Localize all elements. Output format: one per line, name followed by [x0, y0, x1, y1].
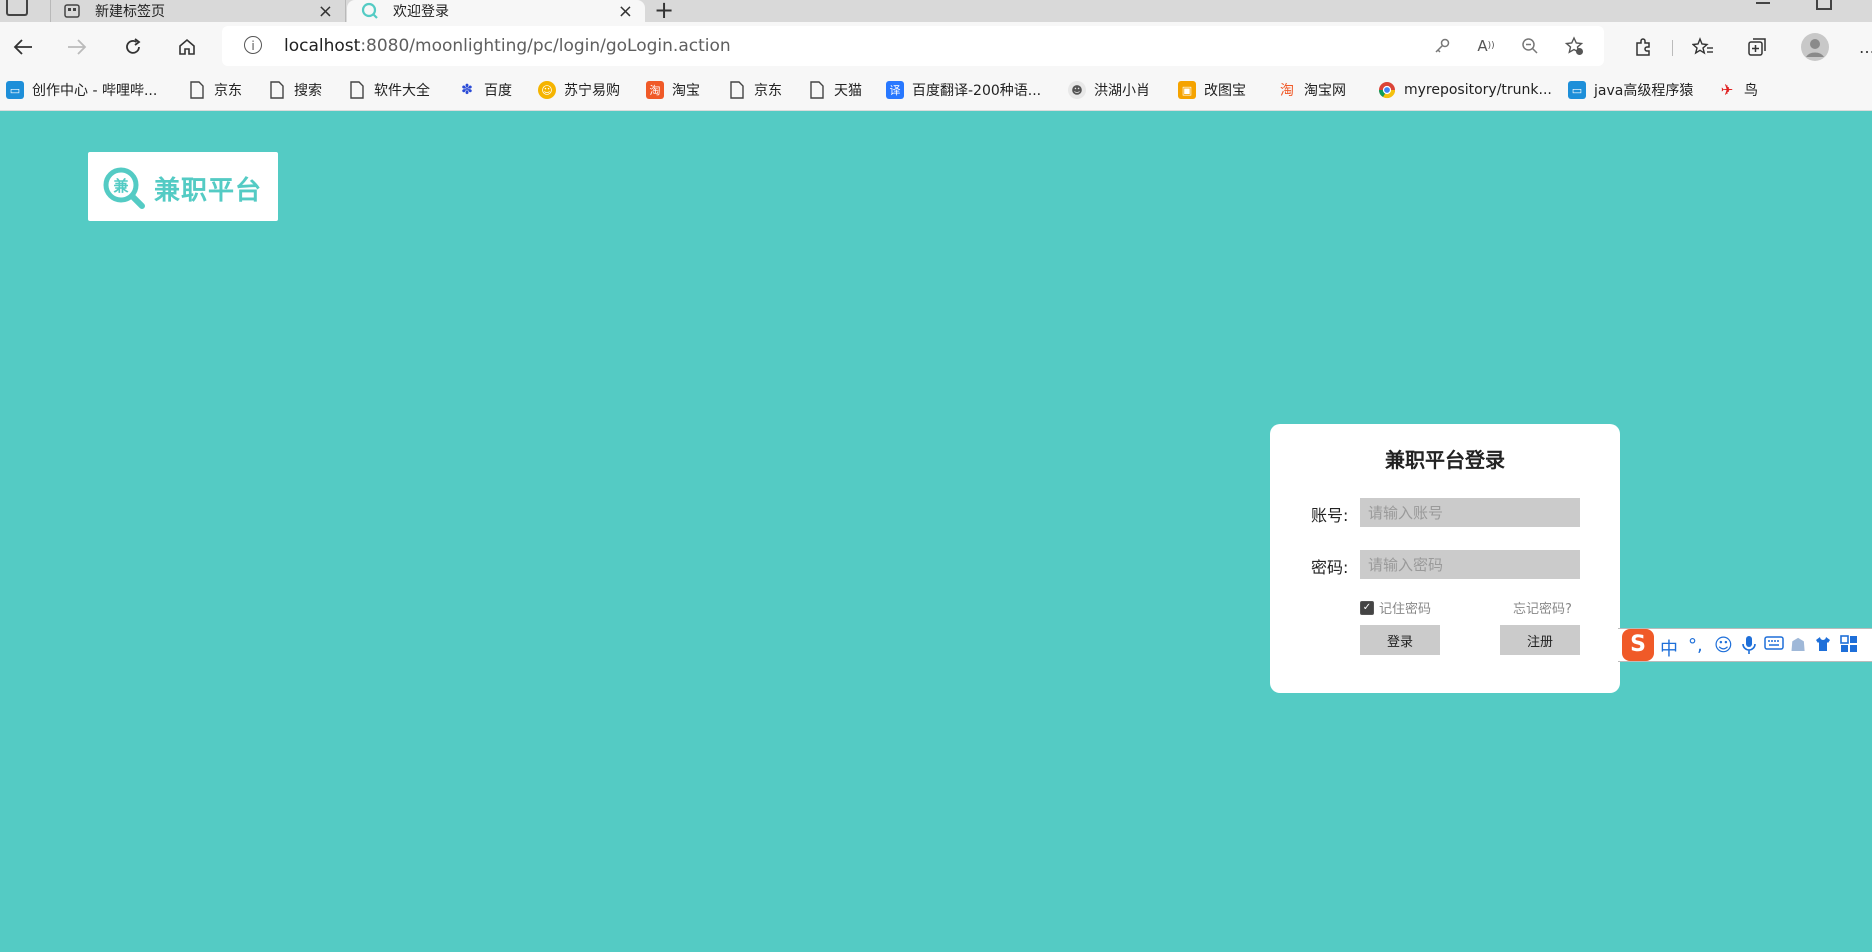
- toolbar-divider: [1672, 40, 1673, 56]
- password-input[interactable]: [1360, 550, 1580, 579]
- page-icon: [808, 81, 826, 99]
- bookmark-item[interactable]: ▣ 改图宝: [1178, 79, 1246, 101]
- bookmark-item[interactable]: ▭ 创作中心 - 哔哩哔...: [6, 79, 157, 101]
- tab-welcome-login[interactable]: 欢迎登录 ×: [347, 0, 645, 22]
- back-arrow-icon[interactable]: [8, 32, 38, 62]
- add-favorite-icon[interactable]: [1562, 34, 1586, 58]
- bookmark-item[interactable]: 搜索: [268, 79, 322, 101]
- suning-icon: ☺: [538, 81, 556, 99]
- register-button[interactable]: 注册: [1500, 625, 1580, 655]
- new-tab-plus-icon[interactable]: +: [654, 0, 674, 24]
- read-aloud-icon[interactable]: A)): [1474, 34, 1498, 58]
- gaitubao-icon: ▣: [1178, 81, 1196, 99]
- chrome-icon: [1378, 81, 1396, 99]
- forgot-password-link[interactable]: 忘记密码?: [1513, 598, 1572, 617]
- site-info-icon[interactable]: i: [244, 36, 262, 54]
- profile-avatar-icon[interactable]: [1800, 32, 1830, 62]
- tab-new-tab[interactable]: 新建标签页 ×: [50, 0, 346, 22]
- login-title: 兼职平台登录: [1385, 448, 1505, 472]
- bookmark-item[interactable]: ☻ 洪湖小肖: [1068, 79, 1150, 101]
- page-icon: [268, 81, 286, 99]
- minimize-icon[interactable]: [1756, 2, 1770, 4]
- taobao-icon: 淘: [646, 81, 664, 99]
- zoom-out-icon[interactable]: [1518, 34, 1542, 58]
- account-label: 账号:: [1311, 506, 1349, 525]
- extensions-icon[interactable]: [1628, 32, 1658, 62]
- remember-password-checkbox[interactable]: ✓ 记住密码: [1360, 598, 1431, 617]
- keyboard-icon[interactable]: [1764, 635, 1784, 656]
- browser-toolbar: i localhost:8080/moonlighting/pc/login/g…: [0, 22, 1872, 71]
- svg-text:兼: 兼: [113, 177, 129, 195]
- logo-text: 兼职平台: [154, 176, 263, 206]
- more-menu-icon[interactable]: …: [1852, 32, 1872, 62]
- bookmark-item[interactable]: ✽ 百度: [458, 79, 512, 101]
- avatar-icon: ☻: [1068, 81, 1086, 99]
- forward-arrow-icon[interactable]: [62, 32, 92, 62]
- bilibili-icon: ▭: [1568, 81, 1586, 99]
- bookmark-item[interactable]: 京东: [728, 79, 782, 101]
- bookmarks-bar: ▭ 创作中心 - 哔哩哔... 京东 搜索 软件大全 ✽ 百度 ☺ 苏宁易购 淘…: [0, 71, 1872, 111]
- bookmark-item[interactable]: 淘 淘宝: [646, 79, 700, 101]
- tab-label: 欢迎登录: [393, 4, 449, 20]
- taobao-icon: 淘: [1280, 83, 1294, 99]
- emoji-icon[interactable]: ☺: [1714, 635, 1733, 656]
- page-icon: [348, 81, 366, 99]
- translate-icon: 译: [886, 81, 904, 99]
- tab-strip: 新建标签页 × 欢迎登录 × +: [0, 0, 1872, 24]
- remember-label: 记住密码: [1379, 602, 1432, 617]
- new-tab-page-icon: [63, 2, 81, 20]
- page-icon: [728, 81, 746, 99]
- bookmark-item[interactable]: 天猫: [808, 79, 862, 101]
- bookmark-item[interactable]: ✈ 鸟: [1718, 79, 1758, 101]
- key-icon[interactable]: [1430, 34, 1454, 58]
- page-icon: [188, 81, 206, 99]
- close-tab-icon[interactable]: ×: [318, 1, 333, 22]
- search-tab-icon: [361, 2, 379, 20]
- sidebar-toggle-icon[interactable]: [6, 0, 28, 16]
- sogou-logo-icon[interactable]: S: [1622, 629, 1654, 661]
- url-text[interactable]: localhost:8080/moonlighting/pc/login/goL…: [284, 36, 731, 56]
- restore-icon[interactable]: [1816, 0, 1832, 10]
- bookmark-item[interactable]: 译 百度翻译-200种语...: [886, 79, 1041, 101]
- toolbox-grid-icon[interactable]: [1840, 635, 1858, 658]
- close-tab-icon[interactable]: ×: [618, 1, 633, 22]
- microphone-icon[interactable]: [1742, 635, 1756, 660]
- ime-punctuation-toggle[interactable]: °,: [1688, 635, 1703, 656]
- login-card: 兼职平台登录 账号: 密码: ✓ 记住密码 忘记密码? 登录 注册: [1270, 424, 1620, 693]
- refresh-icon[interactable]: [118, 32, 148, 62]
- favorites-icon[interactable]: [1688, 32, 1718, 62]
- bookmark-item[interactable]: ▭ java高级程序猿: [1568, 79, 1693, 101]
- tab-label: 新建标签页: [95, 4, 165, 20]
- bilibili-icon: ▭: [6, 81, 24, 99]
- address-bar[interactable]: i localhost:8080/moonlighting/pc/login/g…: [222, 26, 1604, 66]
- site-logo[interactable]: 兼 兼职平台: [88, 152, 278, 221]
- bookmark-item[interactable]: 软件大全: [348, 79, 430, 101]
- magnifier-logo-icon: 兼: [103, 167, 145, 209]
- skin-shirt-icon[interactable]: [1814, 635, 1832, 658]
- checkbox-checked-icon[interactable]: ✓: [1360, 600, 1374, 615]
- bookmark-item[interactable]: myrepository/trunk...: [1378, 79, 1552, 101]
- bookmark-item[interactable]: 京东: [188, 79, 242, 101]
- home-icon[interactable]: [172, 32, 202, 62]
- login-button[interactable]: 登录: [1360, 625, 1440, 655]
- password-label: 密码:: [1311, 558, 1349, 577]
- collections-icon[interactable]: [1742, 32, 1772, 62]
- bookmark-item[interactable]: 淘 淘宝网: [1278, 79, 1346, 101]
- user-icon[interactable]: ☗: [1790, 635, 1806, 656]
- bookmark-item[interactable]: ☺ 苏宁易购: [538, 79, 620, 101]
- bird-icon: ✈: [1720, 81, 1734, 99]
- account-input[interactable]: [1360, 498, 1580, 527]
- baidu-icon: ✽: [461, 82, 473, 98]
- ime-mode-toggle[interactable]: 中: [1660, 635, 1678, 661]
- ime-toolbar: S 中 °, ☺ ☗: [1618, 628, 1872, 662]
